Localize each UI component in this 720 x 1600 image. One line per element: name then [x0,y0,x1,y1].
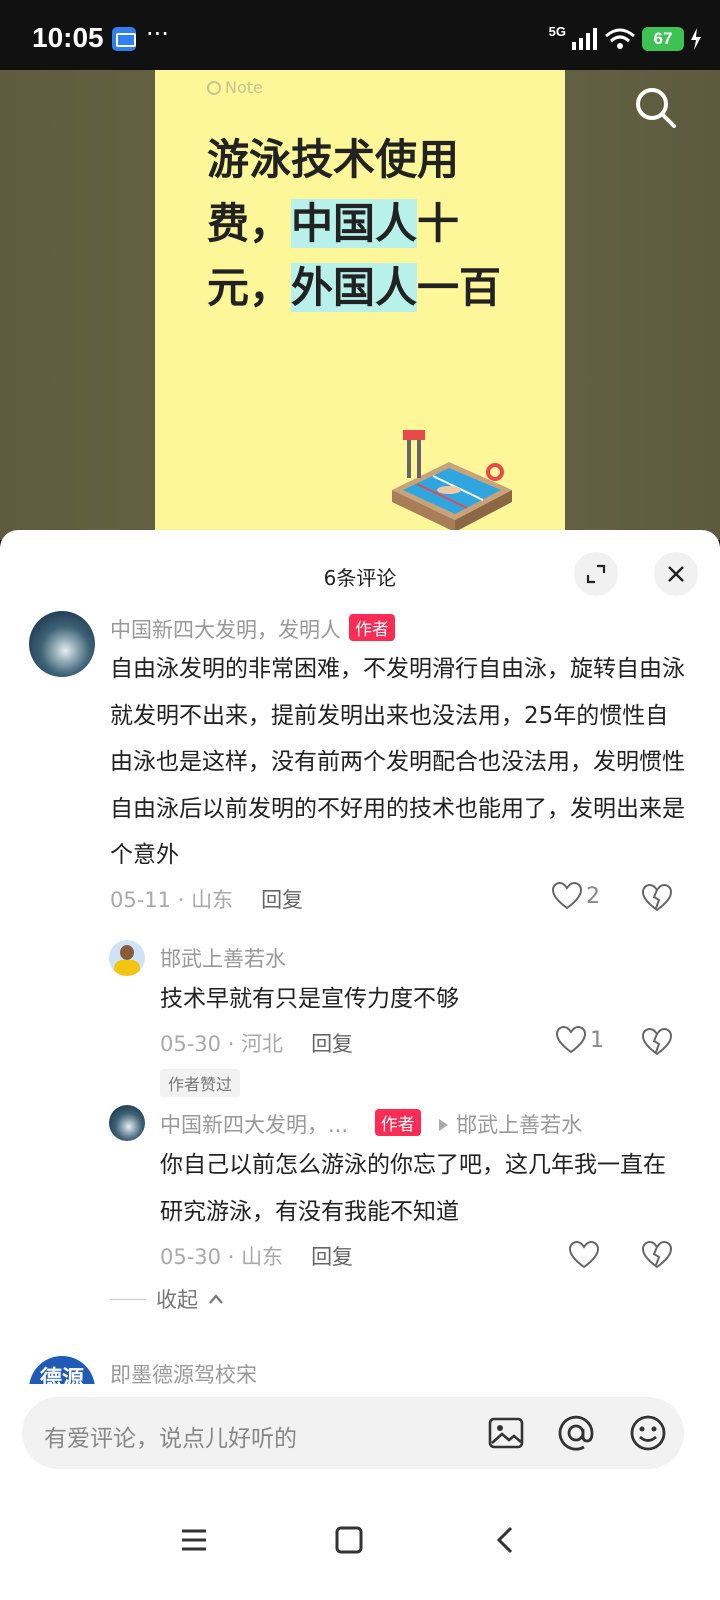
reply-to-name: 邯武上善若水 [456,1113,583,1137]
comment-author-name: 中国新四大发明，发明人 [110,618,341,642]
comment-author-name: 中国新四大发明，... [160,1113,349,1137]
avatar[interactable]: 德源 [29,1356,95,1384]
status-icons: 5G 67 [549,24,702,54]
title-highlight-2: 外国人 [291,263,418,312]
note-card: Note 游泳技术使用费，中国人十元，外国人一百 [155,70,565,540]
heart-icon[interactable] [569,1241,599,1269]
avatar[interactable] [109,1105,145,1141]
expand-icon [586,564,606,584]
like-button[interactable]: 1 [556,1026,604,1054]
status-bar: 10:05 ··· 5G 67 [0,0,720,70]
author-liked-badge: 作者赞过 [160,1069,241,1097]
menu-icon[interactable] [172,1518,216,1562]
close-button[interactable] [654,552,698,596]
caret-right-icon [439,1119,449,1131]
comment-text[interactable]: 你自己以前怎么游泳的你忘了吧，这几年我一直在研究游泳，有没有我能不知道 [160,1142,680,1235]
note-ring-icon [207,80,221,95]
comment-input[interactable]: 有爱评论，说点儿好听的 [44,1419,297,1453]
comment-author[interactable]: 邯武上善若水 [160,943,286,973]
title-part-5: 一百 [417,263,502,312]
note-title: 游泳技术使用费，中国人十元，外国人一百 [207,128,507,320]
reply-button[interactable]: 回复 [311,1032,353,1056]
avatar[interactable] [29,611,95,677]
author-tag: 作者 [349,614,395,641]
video-area[interactable]: Note 游泳技术使用费，中国人十元，外国人一百 [0,70,720,540]
search-icon[interactable] [632,84,680,132]
comment-text[interactable]: 技术早就有只是宣传力度不够 [160,976,680,1023]
comment-partial: 德源 即墨德源驾校宋 [0,1340,720,1384]
like-button[interactable]: 2 [552,882,600,910]
reply-button[interactable]: 回复 [311,1245,353,1269]
comment-author[interactable]: 中国新四大发明，发明人 作者 [110,614,395,644]
heart-icon [552,882,582,910]
comment-input-bar[interactable]: 有爱评论，说点儿好听的 [22,1397,684,1469]
comment-location: 山东 [191,888,234,912]
dislike-icon[interactable] [642,1028,672,1056]
reply-to: 邯武上善若水 [437,1113,582,1137]
expand-button[interactable] [574,552,618,596]
comment-date: 05-30 [160,1245,222,1269]
wallet-icon [112,27,136,51]
title-highlight-1: 中国人 [291,199,418,248]
note-logo-text: Note [225,78,263,97]
swimming-pool-illustration [392,430,512,532]
reply-button[interactable]: 回复 [261,888,303,912]
like-count: 1 [590,1027,604,1053]
status-time: 10:05 [32,22,104,53]
dislike-icon[interactable] [642,1241,672,1269]
divider [110,1298,146,1300]
system-nav-bar [0,1490,720,1600]
note-logo: Note [207,78,263,97]
comment-location: 河北 [241,1032,284,1056]
at-mention-icon[interactable] [554,1411,598,1455]
comment-location: 山东 [241,1245,284,1269]
comment-text[interactable]: 自由泳发明的非常困难，不发明滑行自由泳，旋转自由泳就发明不出来，提前发明出来也没… [110,646,688,879]
signal-icon [572,28,597,50]
heart-icon [556,1026,586,1054]
comment-author[interactable]: 即墨德源驾校宋 [110,1359,257,1384]
chevron-up-icon [209,1294,223,1304]
avatar[interactable] [109,940,145,976]
comment-date: 05-30 [160,1032,222,1056]
collapse-label: 收起 [156,1288,198,1312]
author-tag: 作者 [374,1109,421,1136]
emoji-icon[interactable] [626,1411,670,1455]
network-label: 5G [548,23,566,39]
comment-meta: 05-30 · 河北 回复 [160,1032,354,1056]
dislike-icon[interactable] [642,884,672,912]
status-more: ··· [146,20,169,48]
collapse-replies-button[interactable]: 收起 [110,1284,224,1314]
comment-meta: 05-11 · 山东 回复 [110,888,304,912]
home-icon[interactable] [327,1518,371,1562]
comment-date: 05-11 [110,888,172,912]
comment-author[interactable]: 中国新四大发明，... 作者 邯武上善若水 [160,1109,582,1139]
like-count: 2 [586,883,600,909]
comment-sheet-header: 6条评论 [0,530,720,610]
wifi-icon [605,28,635,49]
comment-meta: 05-30 · 山东 回复 [160,1245,354,1269]
image-icon[interactable] [484,1411,528,1455]
back-icon[interactable] [484,1518,528,1562]
close-icon [668,566,684,582]
charging-icon [691,28,701,50]
battery-icon: 67 [642,27,684,51]
